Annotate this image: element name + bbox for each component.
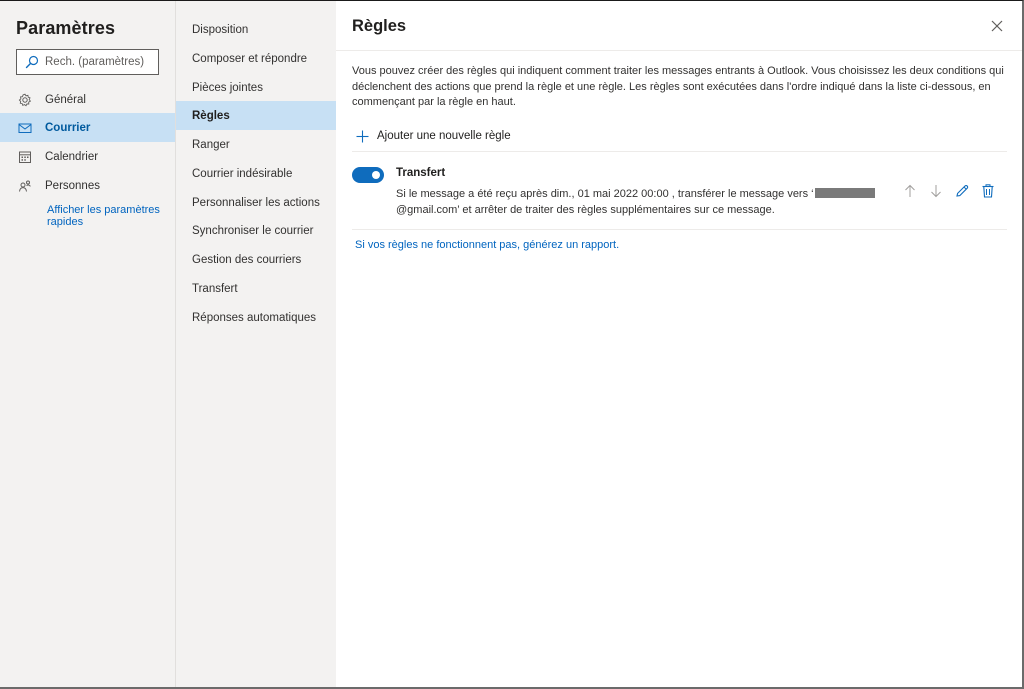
move-up-button[interactable] bbox=[902, 183, 918, 199]
settings-search-box[interactable] bbox=[16, 49, 159, 75]
view-quick-settings-link[interactable]: Afficher les paramètres rapides bbox=[47, 204, 167, 228]
subnav-item-customize-actions[interactable]: Personnaliser les actions bbox=[176, 188, 336, 217]
mail-icon bbox=[18, 121, 32, 135]
nav-item-label: Général bbox=[45, 93, 86, 106]
rule-description-text-end: @gmail.com’ et arrêter de traiter des rè… bbox=[396, 203, 775, 216]
divider bbox=[352, 151, 1007, 152]
arrow-down-icon bbox=[931, 185, 941, 198]
close-icon bbox=[991, 20, 1003, 32]
settings-sidebar: Paramètres Général Courrier bbox=[0, 1, 175, 687]
arrow-up-icon bbox=[905, 184, 915, 197]
trash-icon bbox=[982, 184, 994, 198]
rule-description: Si le message a été reçu après dim., 01 … bbox=[396, 187, 876, 218]
page-title: Règles bbox=[352, 17, 407, 35]
subnav-item-junk[interactable]: Courrier indésirable bbox=[176, 159, 336, 188]
subnav-item-compose-reply[interactable]: Composer et répondre bbox=[176, 44, 336, 73]
add-rule-label: Ajouter une nouvelle règle bbox=[377, 130, 511, 142]
rules-panel: Règles Vous pouvez créer des règles qui … bbox=[336, 1, 1022, 687]
calendar-icon bbox=[18, 150, 32, 164]
nav-item-label: Personnes bbox=[45, 179, 100, 192]
subnav-item-message-handling[interactable]: Gestion des courriers bbox=[176, 245, 336, 274]
rule-enabled-toggle[interactable] bbox=[352, 167, 384, 183]
nav-item-label: Calendrier bbox=[45, 150, 99, 163]
close-button[interactable] bbox=[987, 16, 1007, 36]
redacted-email-block bbox=[814, 188, 875, 198]
gear-icon bbox=[18, 93, 32, 107]
rule-actions bbox=[902, 181, 1006, 201]
subnav-item-attachments[interactable]: Pièces jointes bbox=[176, 73, 336, 102]
search-input[interactable] bbox=[45, 56, 145, 68]
divider bbox=[352, 229, 1007, 230]
subnav-item-sync-email[interactable]: Synchroniser le courrier bbox=[176, 216, 336, 245]
subnav-item-automatic-replies[interactable]: Réponses automatiques bbox=[176, 303, 336, 332]
header-divider bbox=[336, 50, 1022, 51]
rule-description-text: Si le message a été reçu après dim., 01 … bbox=[396, 188, 814, 200]
nav-item-label: Courrier bbox=[45, 121, 91, 134]
nav-item-general[interactable]: Général bbox=[0, 85, 175, 114]
generate-report-link[interactable]: Si vos règles ne fonctionnent pas, génér… bbox=[355, 239, 619, 251]
nav-item-people[interactable]: Personnes bbox=[0, 171, 175, 200]
pencil-icon bbox=[956, 185, 969, 197]
nav-item-calendar[interactable]: Calendrier bbox=[0, 142, 175, 171]
delete-rule-button[interactable] bbox=[980, 183, 996, 199]
subnav-item-layout[interactable]: Disposition bbox=[176, 15, 336, 44]
rules-description: Vous pouvez créer des règles qui indique… bbox=[352, 65, 1004, 108]
move-down-button[interactable] bbox=[928, 183, 944, 199]
subnav-item-sweep[interactable]: Ranger bbox=[176, 130, 336, 159]
plus-icon bbox=[356, 130, 369, 142]
search-icon bbox=[25, 55, 39, 69]
add-new-rule-button[interactable]: Ajouter une nouvelle règle bbox=[356, 127, 511, 145]
subnav-item-forwarding[interactable]: Transfert bbox=[176, 274, 336, 303]
rule-name: Transfert bbox=[396, 167, 446, 179]
nav-item-mail[interactable]: Courrier bbox=[0, 113, 175, 142]
edit-rule-button[interactable] bbox=[954, 183, 970, 199]
people-icon bbox=[18, 179, 32, 193]
settings-title: Paramètres bbox=[16, 18, 116, 38]
subnav-item-rules[interactable]: Règles bbox=[176, 101, 336, 130]
mail-settings-subnav: Disposition Composer et répondre Pièces … bbox=[175, 1, 336, 687]
